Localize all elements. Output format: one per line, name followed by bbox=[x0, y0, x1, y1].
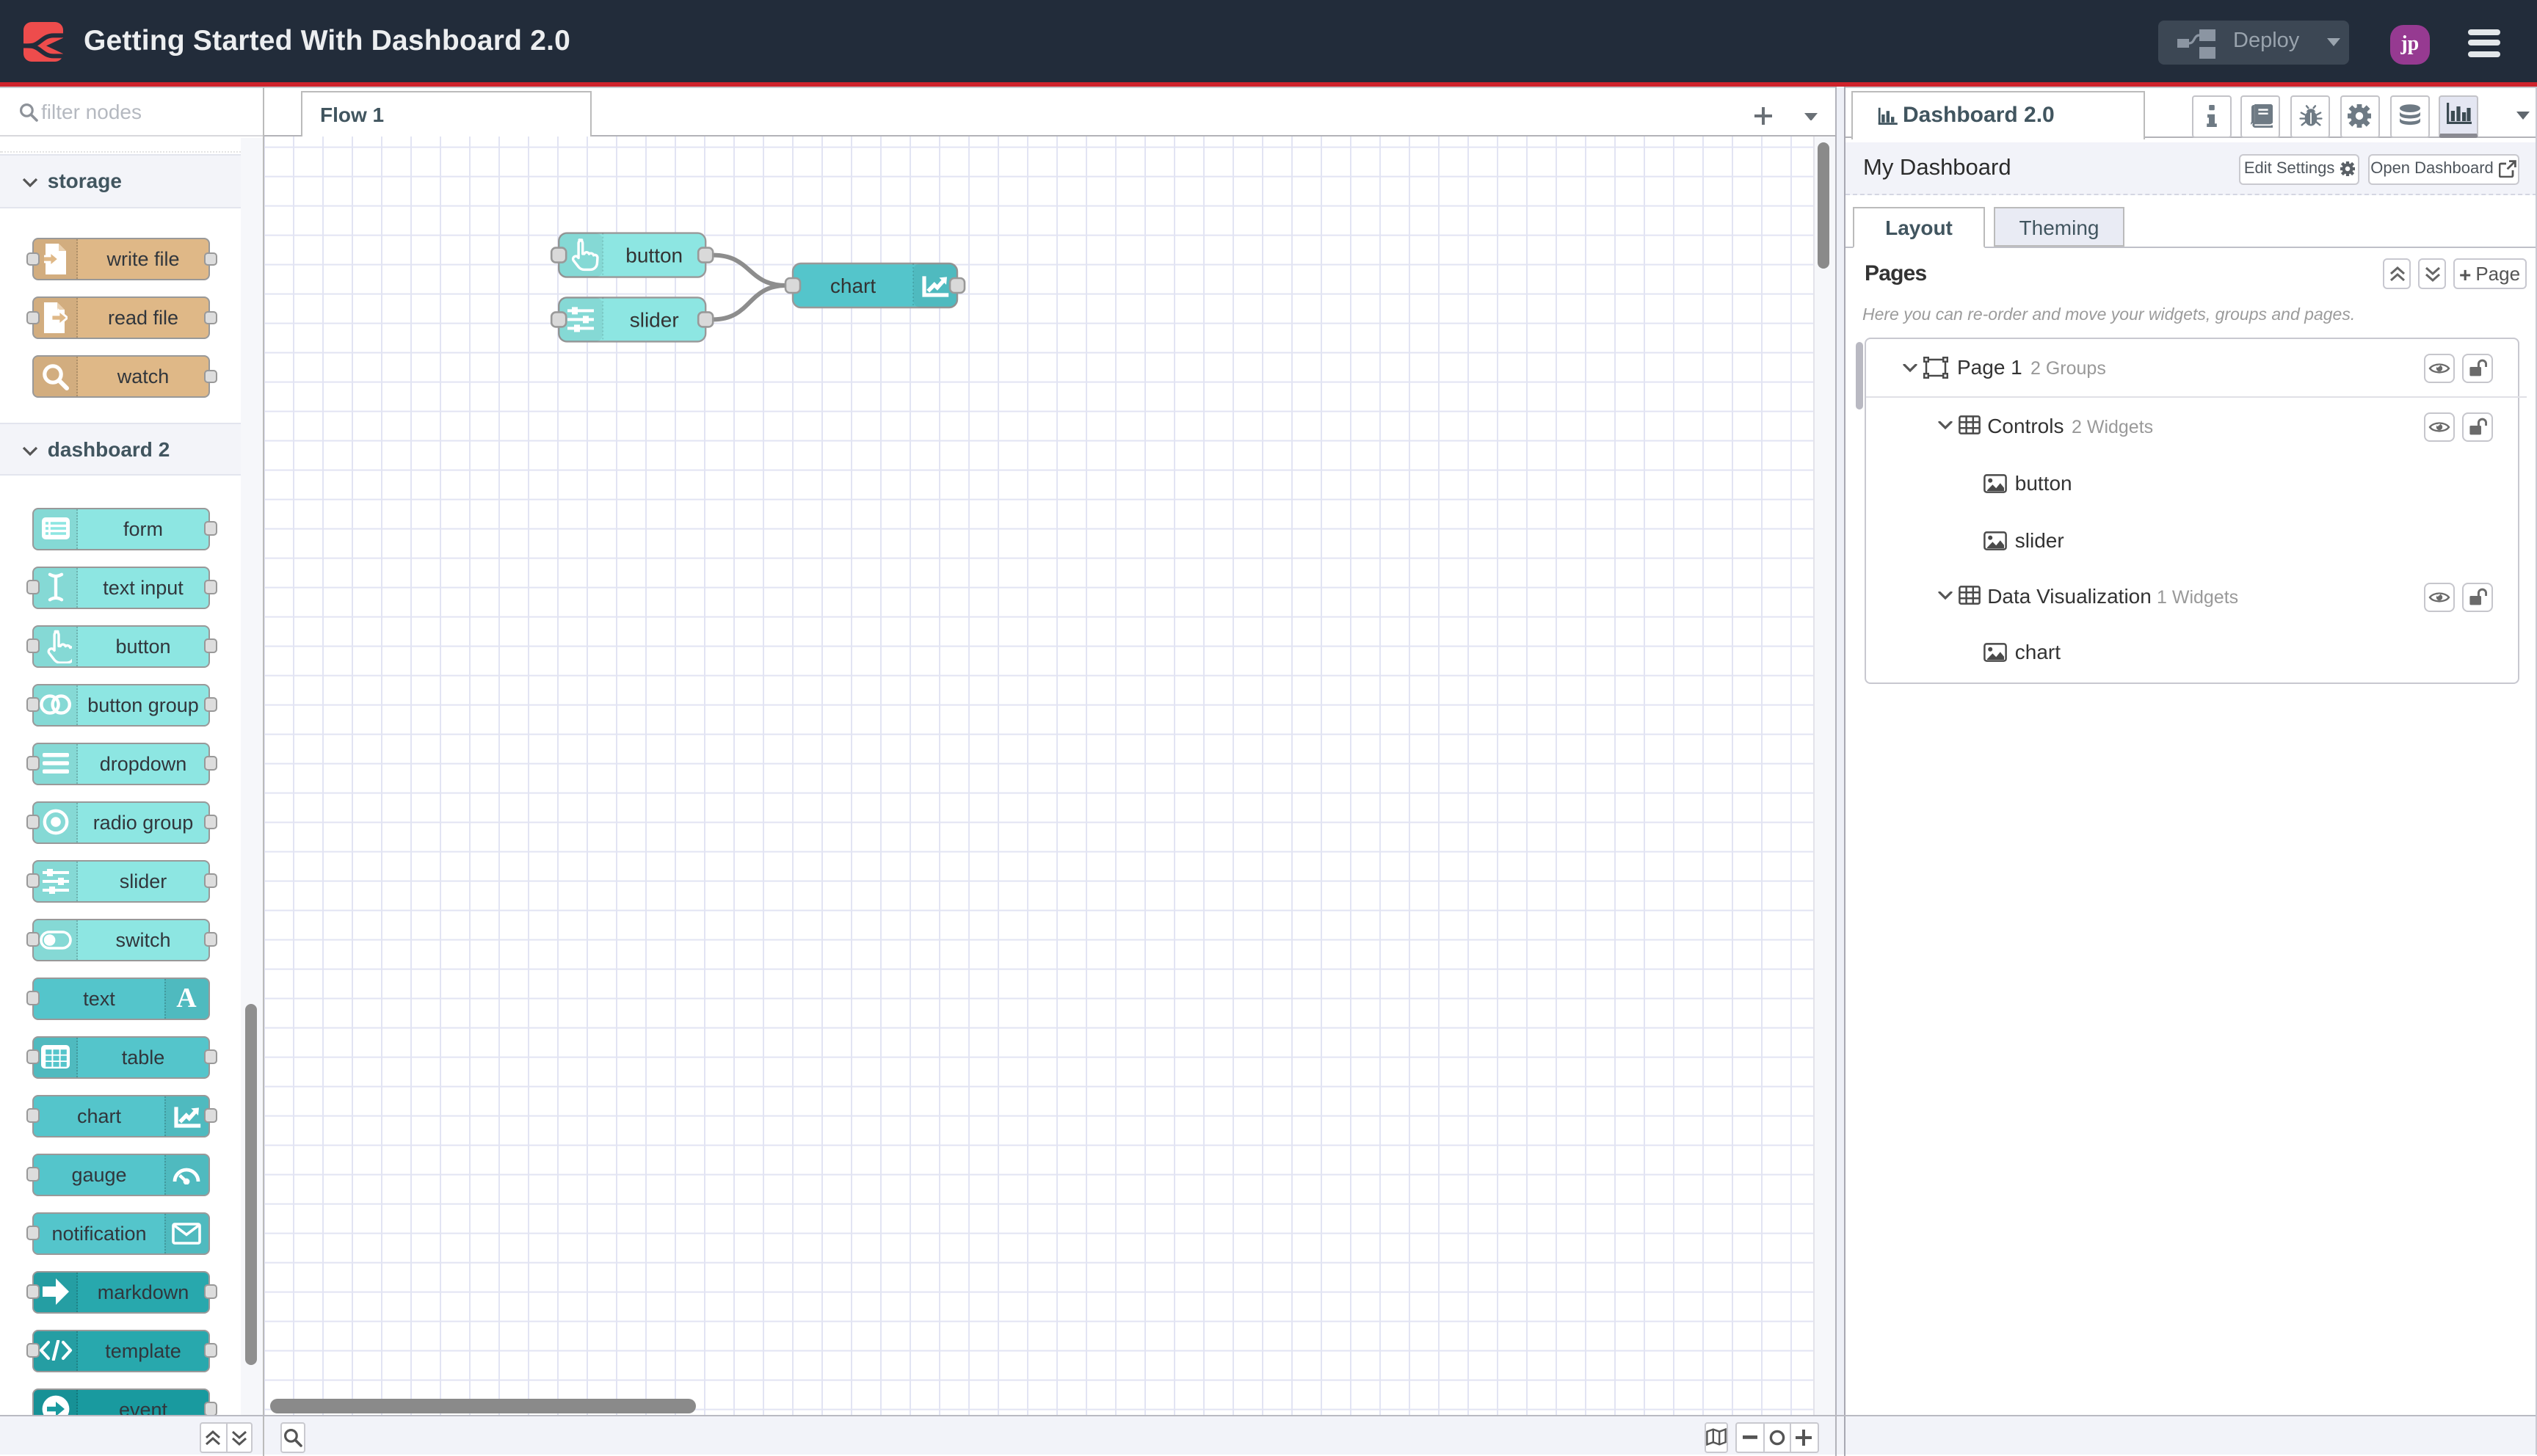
svg-text:chart: chart bbox=[830, 274, 876, 297]
svg-text:slider: slider bbox=[630, 308, 679, 331]
svg-text:A: A bbox=[176, 985, 197, 1011]
svg-text:button: button bbox=[625, 244, 683, 266]
